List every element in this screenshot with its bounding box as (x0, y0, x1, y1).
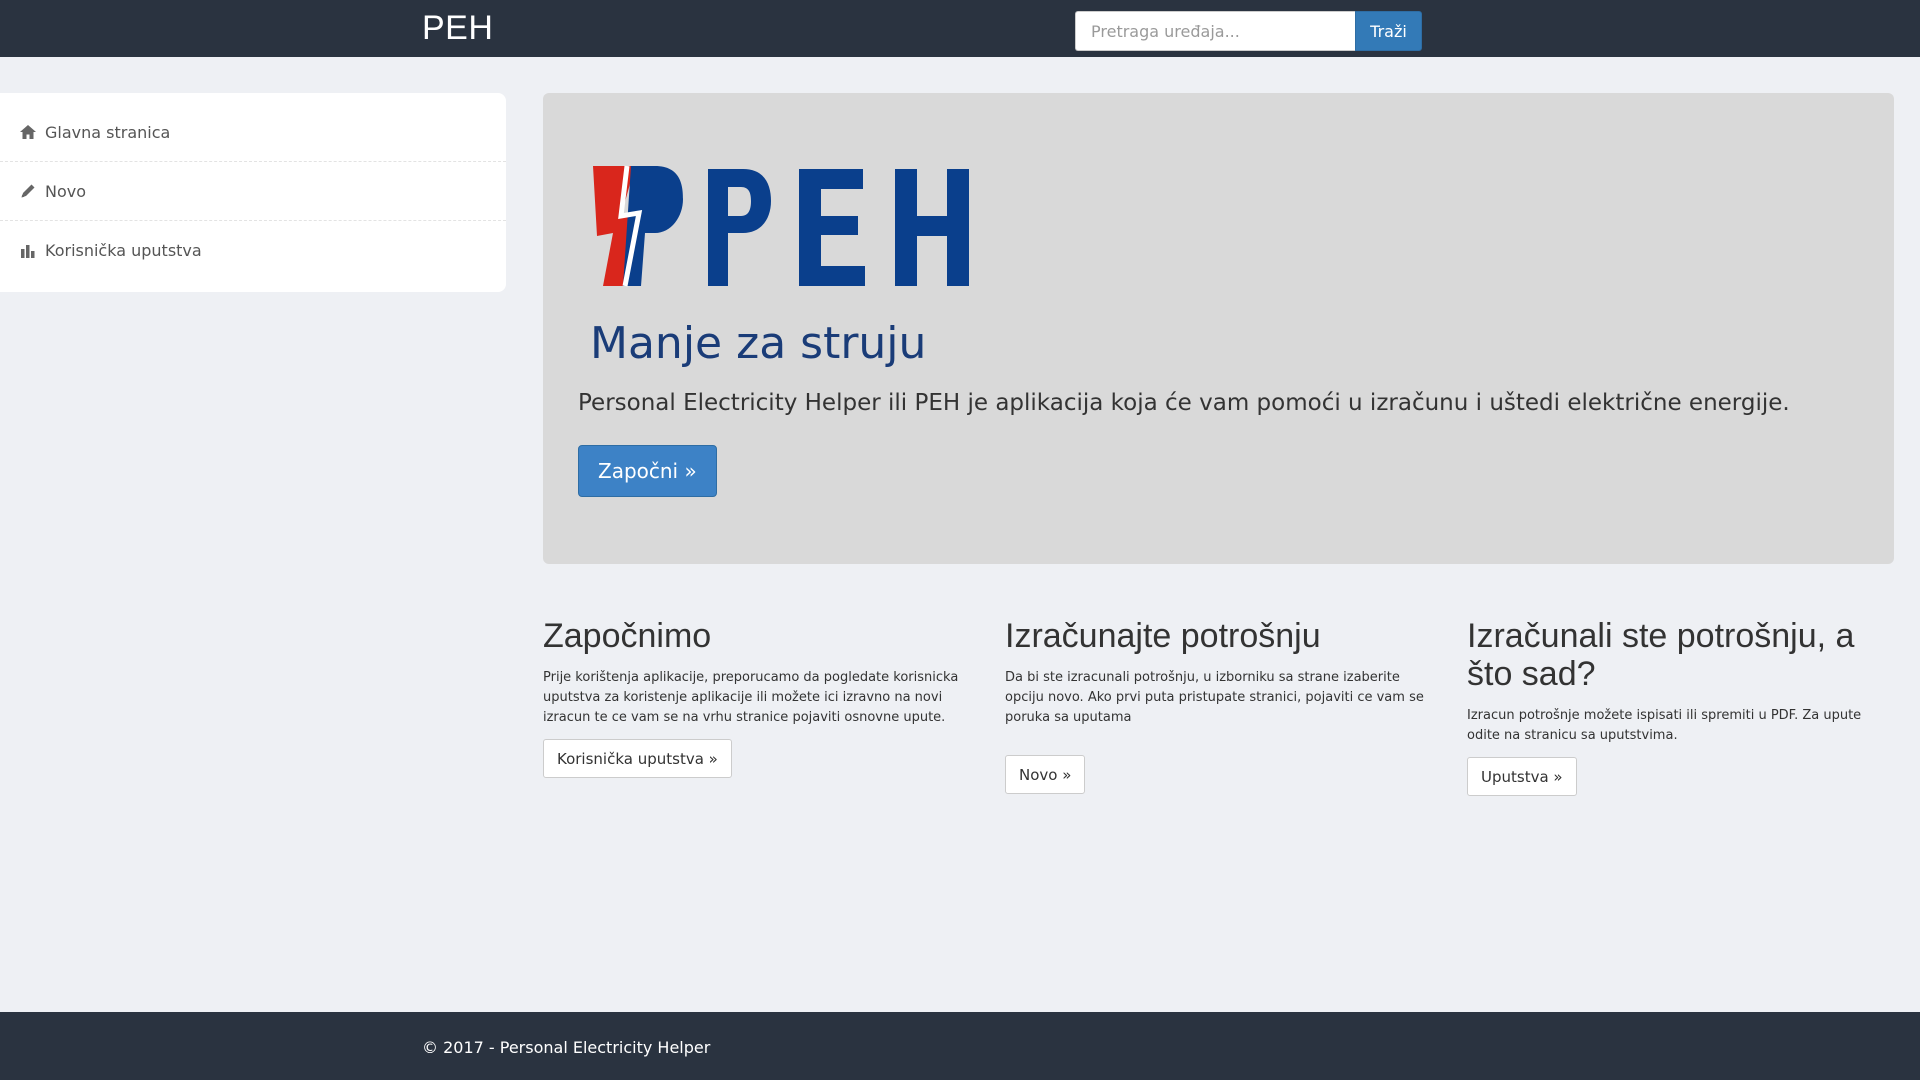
column-text: Izracun potrošnje možete ispisati ili sp… (1467, 708, 1862, 743)
home-icon (18, 123, 38, 141)
brand-link[interactable]: PEH (422, 9, 493, 48)
sidebar-item-guides[interactable]: Korisnička uputstva (0, 221, 506, 280)
footer: © 2017 - Personal Electricity Helper (0, 1012, 1920, 1080)
sidebar-item-label: Novo (45, 181, 87, 201)
sidebar-item-home[interactable]: Glavna stranica (0, 103, 506, 162)
hero-lead-text: Personal Electricity Helper ili PEH je a… (578, 390, 1790, 416)
sidebar-item-new[interactable]: Novo (0, 162, 506, 221)
user-guides-button[interactable]: Korisnička uputstva » (543, 739, 732, 778)
search-button[interactable]: Traži (1355, 11, 1422, 51)
column-get-started: Započnimo Prije korištenja aplikacije, p… (543, 617, 973, 778)
column-after-calculation: Izračunali ste potrošnju, a što sad? Izr… (1467, 617, 1897, 796)
new-button[interactable]: Novo » (1005, 755, 1086, 794)
search-input[interactable] (1075, 11, 1355, 51)
hero-jumbotron: Manje za struju Personal Electricity Hel… (543, 93, 1894, 564)
instructions-button[interactable]: Uputstva » (1467, 757, 1577, 796)
column-text: Prije korištenja aplikacije, preporucamo… (543, 670, 959, 725)
sidebar: Glavna stranica Novo Korisnička uputstva (0, 93, 506, 292)
hero-slogan: Manje za struju (590, 318, 927, 369)
peh-logo (593, 161, 983, 295)
column-text: Da bi ste izracunali potrošnju, u izborn… (1005, 670, 1424, 725)
sidebar-item-label: Korisnička uputstva (45, 241, 202, 260)
sidebar-item-label: Glavna stranica (45, 122, 171, 142)
column-title: Započnimo (543, 617, 712, 655)
start-button[interactable]: Započni » (578, 445, 717, 497)
column-title: Izračunajte potrošnju (1005, 617, 1321, 655)
copyright-text: © 2017 - Personal Electricity Helper (422, 1038, 711, 1057)
pencil-icon (18, 182, 38, 200)
column-calculate: Izračunajte potrošnju Da bi ste izracuna… (1005, 617, 1435, 794)
bar-chart-icon (18, 242, 38, 260)
column-title: Izračunali ste potrošnju, a što sad? (1467, 617, 1855, 693)
top-navbar: PEH Traži (0, 0, 1920, 57)
search-form: Traži (1075, 11, 1422, 51)
